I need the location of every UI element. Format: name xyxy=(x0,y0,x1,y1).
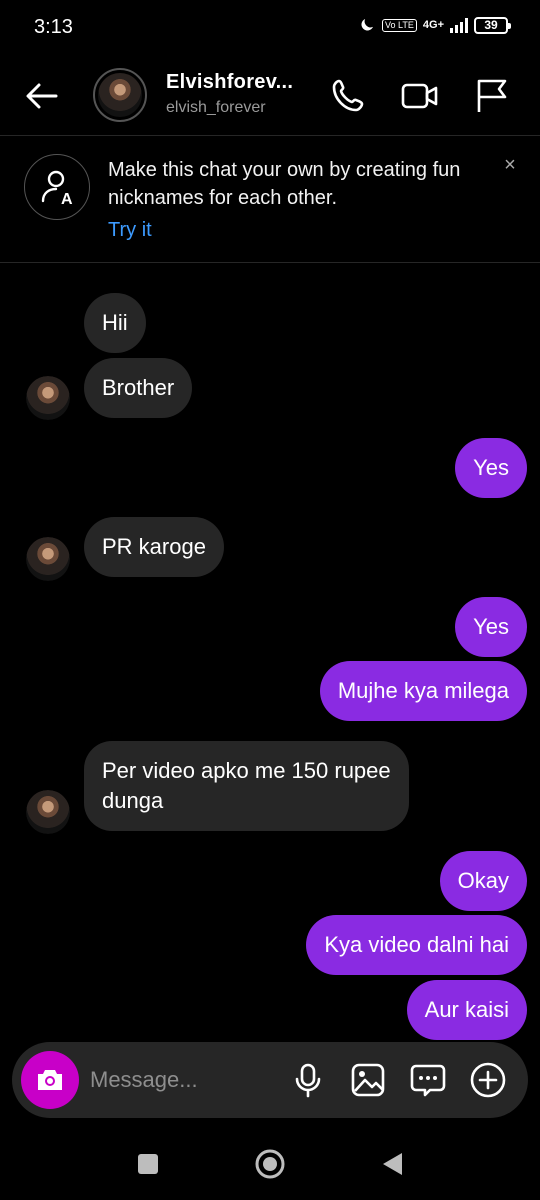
camera-icon xyxy=(38,1070,62,1090)
video-camera-icon xyxy=(401,83,438,109)
video-call-button[interactable] xyxy=(400,76,440,116)
more-options-button[interactable] xyxy=(468,1060,508,1100)
square-icon xyxy=(138,1154,158,1174)
message-composer xyxy=(12,1042,528,1118)
sticker-button[interactable] xyxy=(408,1060,448,1100)
volte-badge: Vo LTE xyxy=(382,18,417,32)
report-button[interactable] xyxy=(472,76,512,116)
close-icon: × xyxy=(504,154,516,176)
message-line: dunga xyxy=(102,788,164,813)
status-bar: 3:13 Vo LTE 4G+ 39 xyxy=(0,0,540,58)
message-sent[interactable]: Kya video dalni hai xyxy=(306,915,527,975)
avatar-image xyxy=(26,376,70,420)
status-icons: Vo LTE 4G+ 39 xyxy=(358,16,511,34)
phone-icon xyxy=(332,79,364,112)
voice-message-button[interactable] xyxy=(288,1060,328,1100)
network-type: 4G+ xyxy=(422,19,444,31)
avatar-image xyxy=(98,73,142,117)
gallery-button[interactable] xyxy=(348,1060,388,1100)
svg-text:A: A xyxy=(61,191,73,208)
battery-icon: 39 xyxy=(474,16,511,34)
message-sent[interactable]: Yes xyxy=(455,597,527,657)
nickname-banner: A Make this chat your own by creating fu… xyxy=(0,137,540,263)
message-received[interactable]: Hii xyxy=(84,293,146,353)
chat-header: Elvishforev... elvish_forever xyxy=(0,58,540,136)
sticker-chat-icon xyxy=(410,1064,446,1097)
contact-username[interactable]: elvish_forever xyxy=(166,99,266,117)
system-navigation-bar xyxy=(0,1128,540,1200)
back-nav-button[interactable] xyxy=(372,1148,412,1180)
avatar-image xyxy=(26,790,70,834)
message-line: Per video apko me 150 rupee xyxy=(102,758,391,783)
flag-icon xyxy=(477,79,507,112)
message-sent[interactable]: Mujhe kya milega xyxy=(319,661,527,721)
gallery-icon xyxy=(351,1063,385,1097)
back-button[interactable] xyxy=(22,76,62,116)
sender-avatar[interactable] xyxy=(26,376,70,420)
message-sent[interactable]: Yes xyxy=(455,438,527,498)
sender-avatar[interactable] xyxy=(26,537,70,581)
status-time: 3:13 xyxy=(34,16,73,38)
circle-icon xyxy=(255,1149,285,1179)
microphone-icon xyxy=(295,1063,321,1098)
message-sent[interactable]: Okay xyxy=(439,851,527,911)
nickname-icon: A xyxy=(24,154,90,220)
try-it-link[interactable]: Try it xyxy=(108,219,152,242)
close-banner-button[interactable]: × xyxy=(498,153,522,177)
battery-level: 39 xyxy=(484,17,498,32)
home-button[interactable] xyxy=(250,1148,290,1180)
voice-call-button[interactable] xyxy=(328,76,368,116)
triangle-back-icon xyxy=(383,1153,402,1175)
message-received[interactable]: PR karoge xyxy=(84,517,224,577)
sender-avatar[interactable] xyxy=(26,790,70,834)
recents-button[interactable] xyxy=(128,1148,168,1180)
plus-circle-icon xyxy=(470,1062,506,1098)
moon-icon xyxy=(361,19,374,31)
message-sent[interactable]: Aur kaisi xyxy=(406,980,527,1040)
camera-button[interactable] xyxy=(21,1051,79,1109)
message-received[interactable]: Brother xyxy=(84,358,193,418)
avatar-image xyxy=(26,537,70,581)
banner-text: Make this chat your own by creating fun … xyxy=(108,159,461,209)
profile-avatar[interactable] xyxy=(93,68,147,122)
message-received[interactable]: Per video apko me 150 rupee dunga xyxy=(84,741,409,831)
back-arrow-icon xyxy=(26,83,58,109)
contact-display-name[interactable]: Elvishforev... xyxy=(166,71,293,94)
signal-icon xyxy=(450,17,468,33)
message-input[interactable] xyxy=(90,1060,280,1100)
